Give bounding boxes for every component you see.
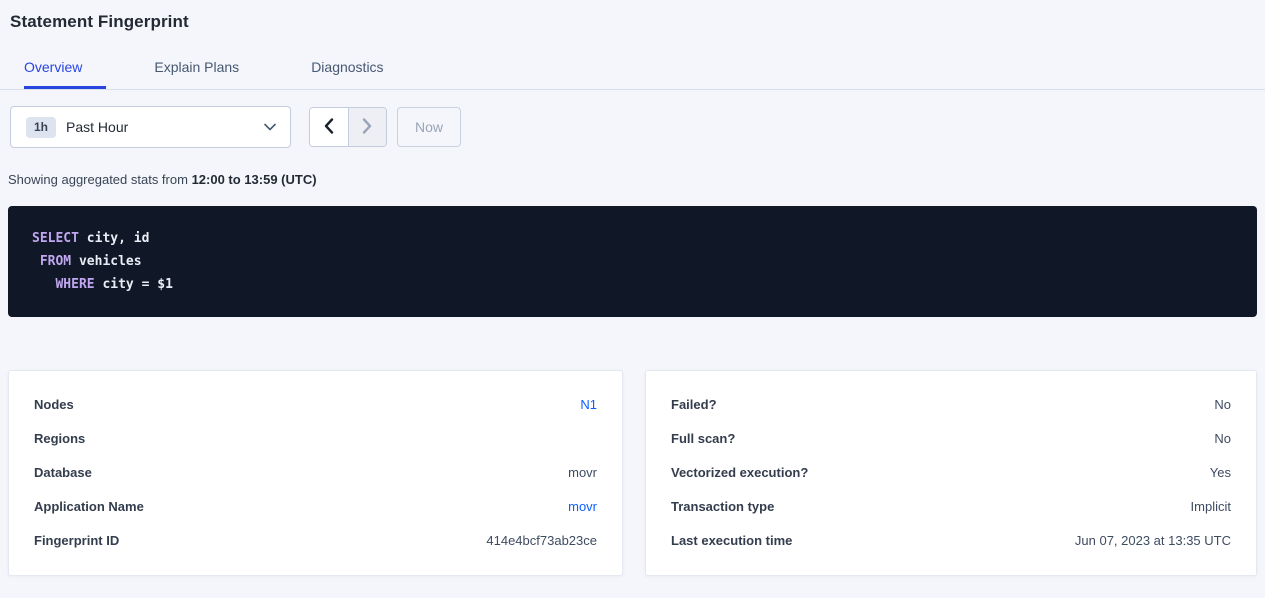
sql-line: SELECT city, id — [32, 227, 1233, 250]
time-range-arrows — [309, 107, 387, 147]
time-range-dropdown[interactable]: 1h Past Hour — [10, 106, 291, 148]
row-label: Fingerprint ID — [34, 533, 119, 548]
statement-fingerprint-page: Statement Fingerprint Overview Explain P… — [0, 12, 1265, 576]
card-row-regions: Regions — [34, 421, 597, 455]
row-label: Database — [34, 465, 92, 480]
row-label: Vectorized execution? — [671, 465, 808, 480]
tab-diagnostics[interactable]: Diagnostics — [311, 58, 407, 89]
row-value: No — [1214, 397, 1231, 412]
tab-overview[interactable]: Overview — [24, 58, 106, 89]
aggregated-stats-line: Showing aggregated stats from 12:00 to 1… — [8, 172, 1265, 187]
card-row-full-scan: Full scan? No — [671, 421, 1231, 455]
card-row-failed: Failed? No — [671, 387, 1231, 421]
row-value: 414e4bcf73ab23ce — [486, 533, 597, 548]
sql-indent — [32, 277, 55, 292]
card-row-last-execution-time: Last execution time Jun 07, 2023 at 13:3… — [671, 523, 1231, 557]
summary-cards: Nodes N1 Regions Database movr Applicati… — [8, 370, 1257, 576]
sql-text: vehicles — [71, 254, 141, 269]
row-value: No — [1214, 431, 1231, 446]
row-label: Nodes — [34, 397, 74, 412]
row-value: Implicit — [1191, 499, 1231, 514]
tab-explain-plans[interactable]: Explain Plans — [154, 58, 263, 89]
card-row-application-name: Application Name movr — [34, 489, 597, 523]
sql-statement-box: SELECT city, id FROM vehicles WHERE city… — [8, 206, 1257, 317]
row-label: Transaction type — [671, 499, 774, 514]
sql-keyword: FROM — [40, 254, 71, 269]
execution-attributes-card: Failed? No Full scan? No Vectorized exec… — [645, 370, 1257, 576]
card-row-vectorized-execution: Vectorized execution? Yes — [671, 455, 1231, 489]
card-row-transaction-type: Transaction type Implicit — [671, 489, 1231, 523]
stats-line-range: 12:00 to 13:59 (UTC) — [192, 172, 317, 187]
stats-line-prefix: Showing aggregated stats from — [8, 172, 192, 187]
previous-time-range-button[interactable] — [310, 108, 348, 146]
chevron-down-icon — [264, 123, 276, 131]
statement-details-card: Nodes N1 Regions Database movr Applicati… — [8, 370, 623, 576]
sql-text: city = $1 — [95, 277, 173, 292]
row-label: Failed? — [671, 397, 717, 412]
sql-line: WHERE city = $1 — [32, 273, 1233, 296]
nodes-link[interactable]: N1 — [580, 397, 597, 412]
card-row-nodes: Nodes N1 — [34, 387, 597, 421]
sql-indent — [32, 254, 40, 269]
sql-line: FROM vehicles — [32, 250, 1233, 273]
row-value: Yes — [1210, 465, 1231, 480]
application-name-link[interactable]: movr — [568, 499, 597, 514]
tab-bar: Overview Explain Plans Diagnostics — [0, 58, 1265, 90]
sql-text: city, id — [79, 231, 149, 246]
now-button[interactable]: Now — [397, 107, 461, 147]
sql-keyword: WHERE — [55, 277, 94, 292]
time-toolbar: 1h Past Hour Now — [10, 106, 1265, 148]
card-row-fingerprint-id: Fingerprint ID 414e4bcf73ab23ce — [34, 523, 597, 557]
row-value: Jun 07, 2023 at 13:35 UTC — [1075, 533, 1231, 548]
sql-keyword: SELECT — [32, 231, 79, 246]
duration-badge: 1h — [26, 117, 56, 138]
row-label: Full scan? — [671, 431, 735, 446]
chevron-left-icon — [324, 118, 334, 137]
next-time-range-button[interactable] — [348, 108, 387, 146]
page-title: Statement Fingerprint — [10, 12, 1265, 32]
row-label: Last execution time — [671, 533, 792, 548]
row-label: Regions — [34, 431, 85, 446]
row-value: movr — [568, 465, 597, 480]
row-label: Application Name — [34, 499, 144, 514]
time-range-label: Past Hour — [66, 119, 128, 135]
chevron-right-icon — [362, 118, 372, 137]
card-row-database: Database movr — [34, 455, 597, 489]
